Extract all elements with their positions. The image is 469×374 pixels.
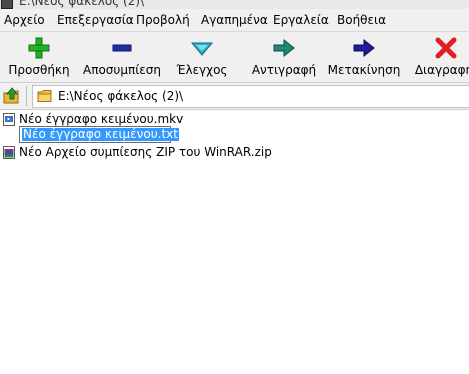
toolbar: Προσθήκη Αποσυμπίεση Έλεγχος Αντιγραφή Μ… bbox=[0, 32, 469, 83]
test-button-label: Έλεγχος bbox=[176, 63, 228, 77]
address-separator bbox=[26, 86, 27, 106]
file-row-txt[interactable]: Νέο έγγραφο κειμένου.txt bbox=[3, 126, 463, 143]
seven-zip-file-manager-window: E:\Νέος φάκελος (2)\ Αρχείο Επεξεργασία … bbox=[0, 0, 469, 374]
folder-icon bbox=[37, 90, 52, 102]
window-title: E:\Νέος φάκελος (2)\ bbox=[19, 0, 145, 8]
add-button[interactable]: Προσθήκη bbox=[5, 32, 73, 82]
move-button-label: Μετακίνηση bbox=[327, 63, 401, 77]
plus-icon bbox=[28, 37, 50, 59]
menu-file[interactable]: Αρχείο bbox=[4, 13, 45, 27]
address-bar: E:\Νέος φάκελος (2)\ bbox=[0, 83, 469, 110]
add-button-label: Προσθήκη bbox=[8, 63, 70, 77]
app-icon bbox=[1, 0, 13, 9]
delete-button-label: Διαγραφή bbox=[414, 63, 469, 77]
copy-button-label: Αντιγραφή bbox=[251, 63, 317, 77]
video-file-icon bbox=[3, 113, 15, 126]
title-bar: E:\Νέος φάκελος (2)\ bbox=[0, 0, 469, 9]
menu-edit[interactable]: Επεξεργασία bbox=[57, 13, 134, 27]
test-button[interactable]: Έλεγχος bbox=[172, 32, 232, 82]
delete-x-icon bbox=[435, 37, 457, 59]
folder-up-icon[interactable] bbox=[2, 86, 22, 106]
address-input[interactable]: E:\Νέος φάκελος (2)\ bbox=[32, 85, 469, 108]
file-list: Νέο έγγραφο κειμένου.mkv Νέο έγγραφο κει… bbox=[0, 110, 469, 374]
extract-button-label: Αποσυμπίεση bbox=[83, 63, 161, 77]
rename-selected-text: Νέο έγγραφο κειμένου.txt bbox=[22, 127, 179, 141]
menu-help[interactable]: Βοήθεια bbox=[337, 13, 386, 27]
move-arrow-icon bbox=[353, 38, 375, 58]
menu-bar: Αρχείο Επεξεργασία Προβολή Αγαπημένα Εργ… bbox=[0, 9, 469, 32]
file-name: Νέο έγγραφο κειμένου.mkv bbox=[19, 112, 184, 126]
extract-button[interactable]: Αποσυμπίεση bbox=[80, 32, 164, 82]
check-chevron-icon bbox=[190, 42, 214, 56]
rename-input[interactable]: Νέο έγγραφο κειμένου.txt bbox=[19, 126, 179, 143]
menu-tools[interactable]: Εργαλεία bbox=[273, 13, 329, 27]
copy-button[interactable]: Αντιγραφή bbox=[248, 32, 320, 82]
delete-button[interactable]: Διαγραφή bbox=[404, 32, 469, 82]
file-name: Νέο Αρχείο συμπίεσης ZIP του WinRAR.zip bbox=[19, 145, 272, 159]
file-row-mkv[interactable]: Νέο έγγραφο κειμένου.mkv bbox=[3, 111, 463, 127]
address-path: E:\Νέος φάκελος (2)\ bbox=[58, 89, 184, 103]
file-row-zip[interactable]: Νέο Αρχείο συμπίεσης ZIP του WinRAR.zip bbox=[3, 144, 463, 160]
minus-icon bbox=[112, 44, 132, 52]
menu-view[interactable]: Προβολή bbox=[136, 13, 190, 27]
menu-favorites[interactable]: Αγαπημένα bbox=[201, 13, 268, 27]
zip-file-icon bbox=[3, 146, 15, 159]
copy-arrow-icon bbox=[273, 38, 295, 58]
move-button[interactable]: Μετακίνηση bbox=[326, 32, 402, 82]
